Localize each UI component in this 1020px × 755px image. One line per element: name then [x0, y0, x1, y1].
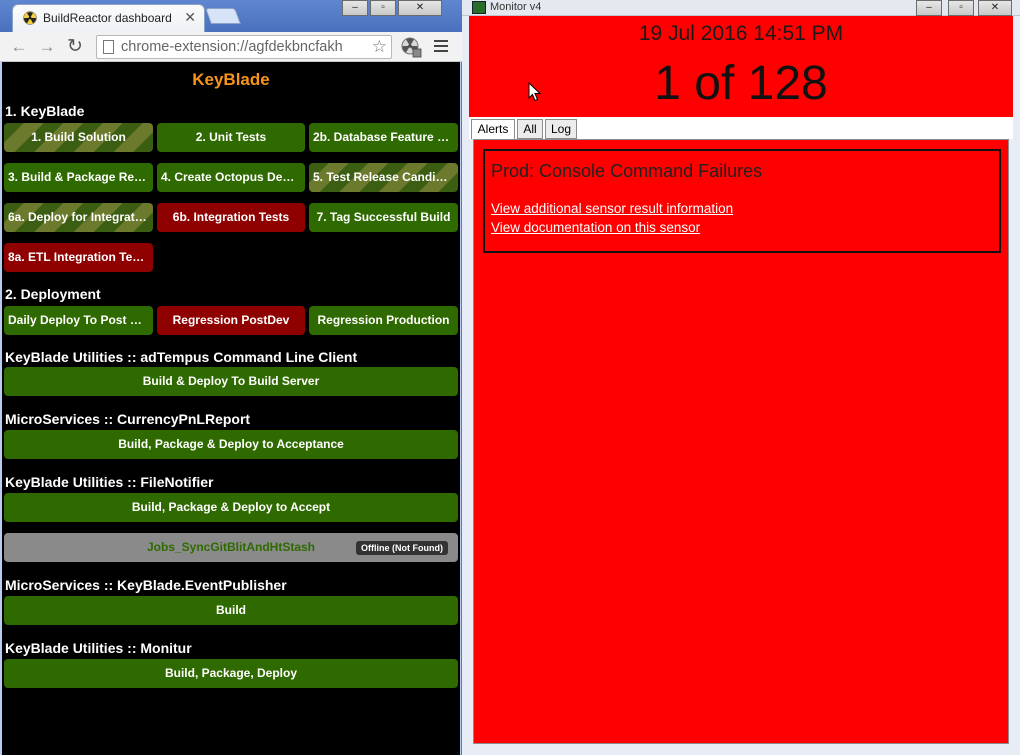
build-item[interactable]: Regression PostDev [157, 306, 305, 335]
tab-alerts[interactable]: Alerts [471, 119, 515, 139]
dashboard-title: KeyBlade [192, 70, 270, 89]
buildreactor-dashboard: KeyBlade 1. KeyBlade 1. Build Solution 2… [2, 62, 460, 755]
alerts-panel: Prod: Console Command Failures View addi… [473, 139, 1009, 744]
menu-icon[interactable] [434, 40, 448, 52]
build-item-offline[interactable]: Jobs_SyncGitBlitAndHtStash Offline (Not … [4, 533, 458, 562]
address-bar[interactable]: chrome-extension://agfdekbncfakh ☆ [96, 35, 392, 59]
tab-log[interactable]: Log [545, 119, 577, 139]
build-item[interactable]: 1. Build Solution [4, 123, 153, 152]
monitor-minimize-button[interactable]: – [916, 0, 942, 16]
monitor-tabs: Alerts All Log [469, 117, 1013, 139]
page-icon [103, 40, 114, 54]
tab-all[interactable]: All [517, 119, 543, 139]
tab-title: BuildReactor dashboard [43, 11, 172, 25]
mouse-cursor-icon [528, 82, 542, 102]
alert-header: 19 Jul 2016 14:51 PM 1 of 128 [469, 16, 1013, 117]
group-title-keyblade: 1. KeyBlade [5, 103, 85, 119]
close-tab-icon[interactable]: ✕ [184, 9, 196, 26]
sensor-info-link[interactable]: View additional sensor result informatio… [491, 201, 733, 216]
monitor-window-title: Monitor v4 [490, 1, 542, 13]
build-item[interactable]: 2b. Database Feature Tests [309, 123, 458, 152]
build-item-label: Jobs_SyncGitBlitAndHtStash [146, 540, 316, 554]
group-title-currencypnlreport: MicroServices :: CurrencyPnLReport [5, 411, 251, 427]
alert-card: Prod: Console Command Failures View addi… [483, 149, 1001, 253]
monitor-window: Monitor v4 – ▫ ✕ 19 Jul 2016 14:51 PM 1 … [462, 0, 1020, 755]
tab-strip: BuildReactor dashboard ✕ – ▫ ✕ [0, 0, 462, 32]
bookmark-star-icon[interactable]: ☆ [372, 37, 387, 57]
group-title-adtempus: KeyBlade Utilities :: adTempus Command L… [5, 349, 358, 365]
monitor-maximize-button[interactable]: ▫ [948, 0, 974, 16]
group-title-filenotifier: KeyBlade Utilities :: FileNotifier [5, 474, 214, 490]
alert-datetime: 19 Jul 2016 14:51 PM [638, 22, 844, 45]
monitor-app-icon [472, 1, 486, 14]
group-title-monitur: KeyBlade Utilities :: Monitur [5, 640, 192, 656]
browser-tab-active[interactable]: BuildReactor dashboard ✕ [12, 4, 205, 32]
browser-window: BuildReactor dashboard ✕ – ▫ ✕ ← → ↻ chr… [0, 0, 462, 755]
back-arrow-icon[interactable]: ← [8, 36, 30, 58]
close-window-button[interactable]: ✕ [398, 0, 442, 16]
build-item[interactable]: 8a. ETL Integration Tests [4, 243, 153, 272]
group-title-deployment: 2. Deployment [5, 286, 101, 302]
monitor-close-button[interactable]: ✕ [978, 0, 1012, 16]
minimize-button[interactable]: – [342, 0, 368, 16]
browser-toolbar: ← → ↻ chrome-extension://agfdekbncfakh ☆ [0, 32, 462, 62]
build-item[interactable]: 7. Tag Successful Build [309, 203, 458, 232]
offline-badge: Offline (Not Found) [356, 541, 448, 555]
group-title-eventpublisher: MicroServices :: KeyBlade.EventPublisher [5, 577, 287, 593]
build-item[interactable]: Regression Production [309, 306, 458, 335]
monitor-titlebar: Monitor v4 – ▫ ✕ [462, 0, 1020, 16]
build-item[interactable]: Build, Package & Deploy to Accept [4, 493, 458, 522]
build-item[interactable]: Build [4, 596, 458, 625]
build-item[interactable]: Build & Deploy To Build Server [4, 367, 458, 396]
build-item[interactable]: 4. Create Octopus Deployment [157, 163, 305, 192]
build-item[interactable]: 3. Build & Package Release [4, 163, 153, 192]
build-item[interactable]: 5. Test Release Candidate [309, 163, 458, 192]
build-item[interactable]: Build, Package & Deploy to Acceptance [4, 430, 458, 459]
url-text: chrome-extension://agfdekbncfakh [121, 39, 343, 55]
maximize-button[interactable]: ▫ [370, 0, 396, 16]
reload-icon[interactable]: ↻ [64, 36, 86, 58]
sensor-docs-link[interactable]: View documentation on this sensor [491, 220, 700, 235]
new-tab-button[interactable] [205, 8, 241, 24]
radiation-icon [23, 11, 37, 25]
build-item[interactable]: Build, Package, Deploy [4, 659, 458, 688]
build-item[interactable]: 6b. Integration Tests [157, 203, 305, 232]
forward-arrow-icon[interactable]: → [36, 36, 58, 58]
build-item[interactable]: Daily Deploy To Post Dev [4, 306, 153, 335]
build-item[interactable]: 2. Unit Tests [157, 123, 305, 152]
buildreactor-extension-icon[interactable] [400, 36, 422, 58]
build-item[interactable]: 6a. Deploy for Integration [4, 203, 153, 232]
alert-counter: 1 of 128 [654, 57, 828, 110]
alert-title: Prod: Console Command Failures [491, 161, 763, 181]
